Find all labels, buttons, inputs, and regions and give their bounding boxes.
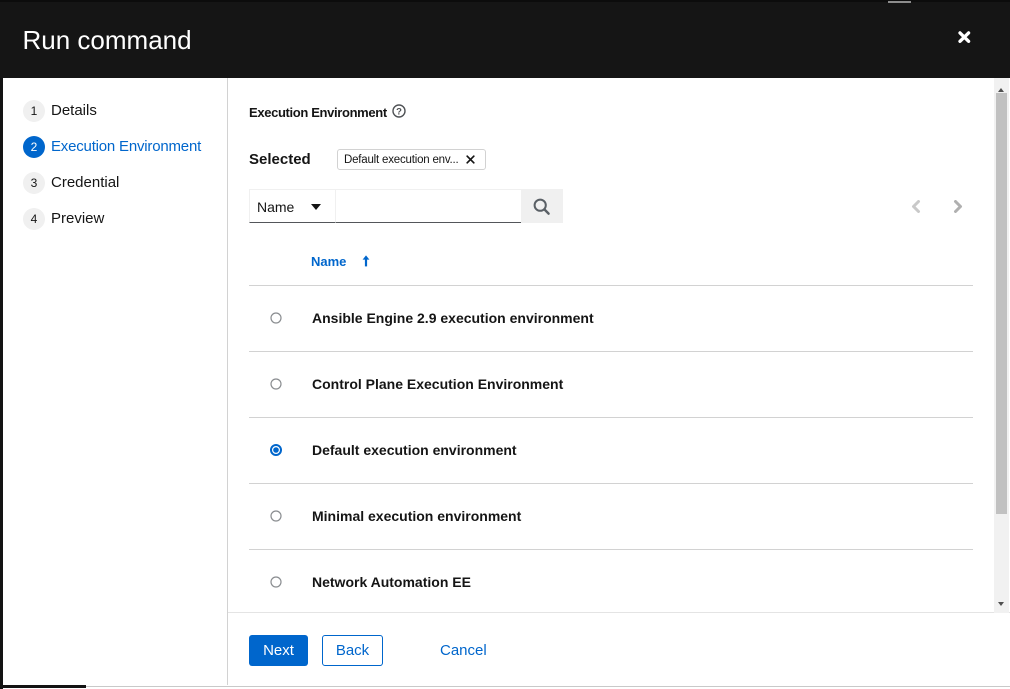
svg-text:?: ?	[396, 106, 402, 117]
